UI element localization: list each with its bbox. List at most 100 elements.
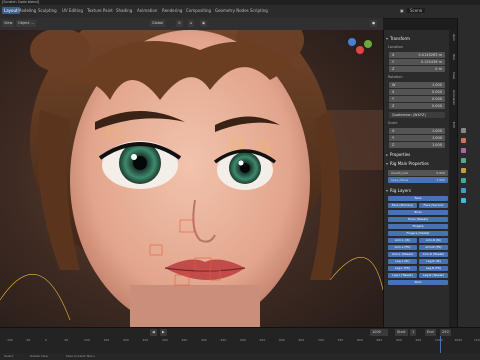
top-menu-bar: Layout Modeling Sculpting UV Editing Tex… xyxy=(0,5,480,19)
frame-tick-label: -50 xyxy=(25,338,31,342)
rig-layer-button[interactable]: Face (Second xyxy=(419,203,448,208)
frame-tick-label: 350 xyxy=(181,338,188,342)
rotation-w-field[interactable]: W 1.000 xyxy=(389,82,445,88)
workspace-tab-animation[interactable]: Animation xyxy=(137,8,157,13)
orientation-dropdown[interactable]: Global xyxy=(150,20,166,27)
frame-tick-label: 200 xyxy=(123,338,129,342)
tool-icon[interactable] xyxy=(461,128,466,133)
frame-tick-label: 300 xyxy=(162,338,168,342)
rotation-z-field[interactable]: Z 0.000 xyxy=(389,103,445,109)
status-bar: Select Rotate View Pose Context Menu xyxy=(0,353,480,360)
rig-layer-button[interactable]: Arm.R (Tweak) xyxy=(419,252,448,257)
frame-tick-label: 100 xyxy=(84,338,90,342)
snap-icon[interactable]: ⌂ xyxy=(188,20,195,27)
workspace-tab-geometry-nodes[interactable]: Geometry Nodes xyxy=(215,8,249,13)
frame-tick-label: 500 xyxy=(240,338,246,342)
rotation-x-field[interactable]: X 0.000 xyxy=(389,89,445,95)
rig-layer-button[interactable]: Root xyxy=(388,280,448,285)
rig-layer-button[interactable]: Leg.L (FK) xyxy=(388,266,417,271)
3d-viewport[interactable] xyxy=(0,30,383,327)
transform-section-header[interactable]: ▾ Transform xyxy=(386,36,448,42)
workspace-tab-layout[interactable]: Layout xyxy=(2,7,20,14)
rig-layer-button[interactable]: Arm.R (FK) xyxy=(419,245,448,250)
workspace-tab-compositing[interactable]: Compositing xyxy=(186,8,211,13)
start-frame-field[interactable]: 1 xyxy=(410,329,417,336)
frame-tick-label: 1050 xyxy=(454,338,463,342)
workspace-tab-sculpting[interactable]: Sculpting xyxy=(38,8,57,13)
workspace-tab-texture-paint[interactable]: Texture Paint xyxy=(87,8,113,13)
output-icon[interactable] xyxy=(461,148,466,153)
frame-tick-label: 1100 xyxy=(474,338,480,342)
rig-layer-button[interactable]: Torso xyxy=(388,210,448,215)
sidebar-tabs: Item Tool View Animation Edit xyxy=(449,30,457,327)
scale-y-field[interactable]: Y 1.000 xyxy=(389,135,445,141)
workspace-tab-uv-editing[interactable]: UV Editing xyxy=(62,8,83,13)
render-icon[interactable] xyxy=(461,138,466,143)
frame-tick-label: 650 xyxy=(298,338,305,342)
status-context: Pose Context Menu xyxy=(66,354,95,358)
play-icon[interactable]: ▶ xyxy=(160,329,167,336)
rig-layer-button[interactable]: Leg.R (FK) xyxy=(419,266,448,271)
scale-x-field[interactable]: X 1.000 xyxy=(389,128,445,134)
viewport-shading-icon[interactable]: ● xyxy=(370,20,378,27)
view-menu[interactable]: View xyxy=(2,20,15,27)
rig-layer-button[interactable]: Face xyxy=(388,196,448,201)
frame-tick-label: 750 xyxy=(337,338,344,342)
rig-layer-button[interactable]: Fingers xyxy=(388,224,448,229)
workspace-tab-rendering[interactable]: Rendering xyxy=(162,8,182,13)
tab-edit[interactable]: Edit xyxy=(450,122,456,128)
workspace-tab-scripting[interactable]: Scripting xyxy=(250,8,268,13)
viewport-header: View Object ... Global ⊙ ⌂ ◉ ● xyxy=(0,18,383,30)
proportional-icon[interactable]: ◉ xyxy=(200,20,208,27)
frame-tick-label: 450 xyxy=(220,338,227,342)
tab-animation[interactable]: Animation xyxy=(450,90,456,105)
location-z-field[interactable]: Z0 m xyxy=(389,66,445,72)
select-menu[interactable]: Object ... xyxy=(16,20,36,27)
rig-layer-button[interactable]: Fingers (Detail) xyxy=(388,231,448,236)
playhead[interactable] xyxy=(440,336,441,354)
armature-icon[interactable] xyxy=(461,178,466,183)
bone-icon[interactable] xyxy=(461,188,466,193)
rig-layer-button[interactable]: Arm.L (Tweak) xyxy=(388,252,417,257)
tab-view[interactable]: View xyxy=(450,72,456,79)
rig-layer-button[interactable]: Face (Primary) xyxy=(388,203,417,208)
status-rotate: Rotate View xyxy=(30,354,48,358)
location-y-field[interactable]: Y 0.125436 m xyxy=(389,59,445,65)
end-frame-field[interactable]: 250 xyxy=(440,329,451,336)
rig-layer-button[interactable]: Leg.L (IK) xyxy=(388,259,417,264)
tab-item[interactable]: Item xyxy=(450,34,456,41)
properties-section-header[interactable]: ▸ Properties xyxy=(386,152,448,158)
rig-layer-button[interactable]: Torso (Tweak) xyxy=(388,217,448,222)
status-select: Select xyxy=(4,354,14,358)
rotation-label: Rotation xyxy=(388,75,403,79)
rig-layer-button[interactable]: Leg.L (Tweak) xyxy=(388,273,417,278)
rig-layer-button[interactable]: Arm.L (IK) xyxy=(388,238,417,243)
rig-main-section-header[interactable]: ▾ Rig Main Properties xyxy=(386,161,448,167)
constraint-icon[interactable] xyxy=(461,198,466,203)
chevron-down-icon: ▾ xyxy=(386,161,389,166)
eyes-follow-slider[interactable]: eyes_follow 1.000 xyxy=(388,177,448,183)
rig-layer-button[interactable]: Arm.L (FK) xyxy=(388,245,417,250)
tab-tool[interactable]: Tool xyxy=(450,54,456,60)
location-x-field[interactable]: X 0.0145263 m xyxy=(389,52,445,58)
object-icon[interactable] xyxy=(461,168,466,173)
rig-layer-button[interactable]: Arm.R (IK) xyxy=(419,238,448,243)
scene-icon[interactable]: ▣ xyxy=(400,8,404,13)
mouth-lock-slider[interactable]: mouth_lock 0.000 xyxy=(388,170,448,176)
play-reverse-icon[interactable]: ◀ xyxy=(150,329,157,336)
workspace-tab-modeling[interactable]: Modeling xyxy=(18,8,36,13)
frame-tick-label: -100 xyxy=(6,338,13,342)
rig-layer-button[interactable]: Leg.R (Tweak) xyxy=(419,273,448,278)
rig-layer-button[interactable]: Leg.R (IK) xyxy=(419,259,448,264)
rotation-mode-dropdown[interactable]: Quaternion (WXYZ) xyxy=(389,112,445,118)
scene-selector[interactable]: Scene xyxy=(407,8,426,13)
pivot-icon[interactable]: ⊙ xyxy=(176,20,183,27)
scale-z-field[interactable]: Z 1.000 xyxy=(389,142,445,148)
timeline[interactable]: ◀ ▶ 1000 Start 1 End 250 -100 -50 0 50 100 15… xyxy=(0,327,480,354)
frame-tick-label: 900 xyxy=(396,338,402,342)
workspace-tab-shading[interactable]: Shading xyxy=(116,8,132,13)
rig-layers-section-header[interactable]: ▾ Rig Layers xyxy=(386,188,448,194)
current-frame-field[interactable]: 1000 xyxy=(370,329,388,336)
rotation-y-field[interactable]: Y 0.000 xyxy=(389,96,445,102)
scene-icon[interactable] xyxy=(461,158,466,163)
